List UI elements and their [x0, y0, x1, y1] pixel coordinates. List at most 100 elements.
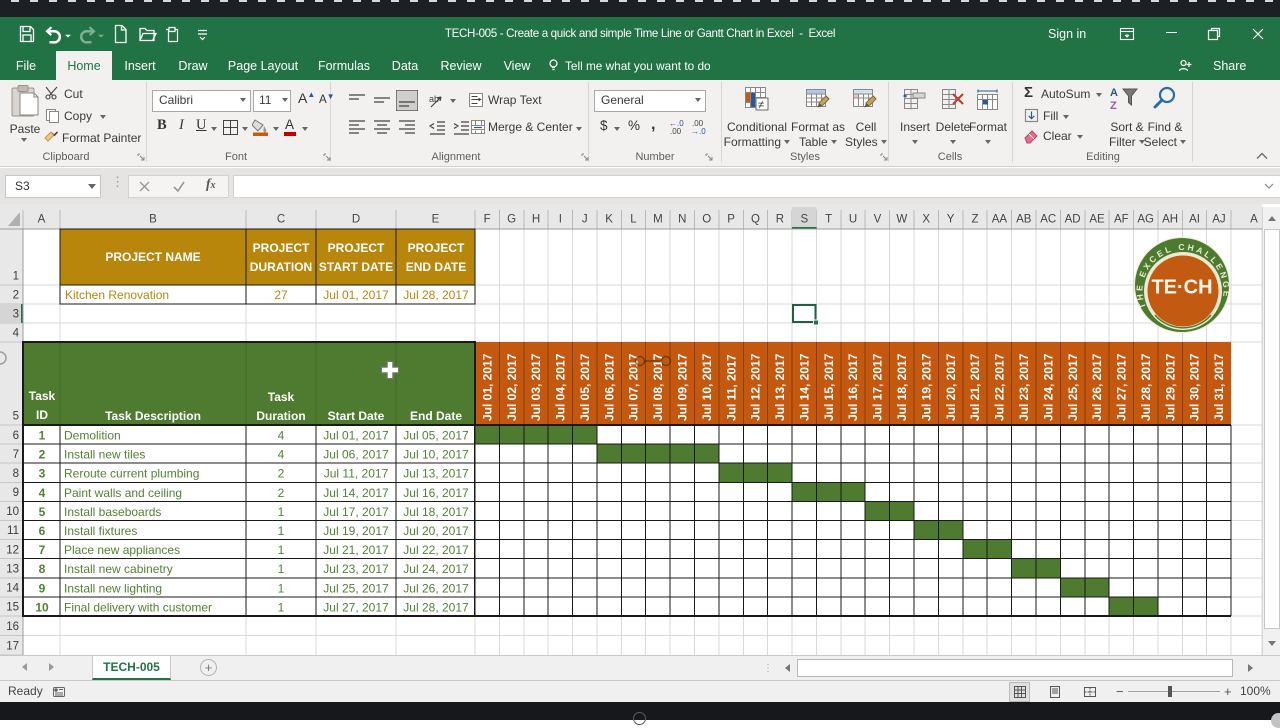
- svg-text:Jul 15, 2017: Jul 15, 2017: [822, 353, 836, 421]
- svg-text:12: 12: [6, 544, 19, 556]
- svg-text:ab: ab: [429, 94, 439, 104]
- svg-text:5: 5: [13, 411, 19, 423]
- svg-text:Jul 28, 2017: Jul 28, 2017: [1139, 353, 1153, 421]
- svg-text:1: 1: [278, 524, 285, 538]
- svg-text:Jul 11, 2017: Jul 11, 2017: [324, 467, 389, 481]
- svg-text:1: 1: [278, 505, 285, 519]
- svg-text:4: 4: [278, 429, 285, 443]
- svg-text:Install new lighting: Install new lighting: [64, 581, 162, 595]
- svg-text:DURATION: DURATION: [250, 260, 312, 274]
- svg-text:Jul 21, 2017: Jul 21, 2017: [968, 353, 982, 421]
- svg-text:Jul 19, 2017: Jul 19, 2017: [323, 524, 389, 538]
- svg-text:8: 8: [13, 468, 19, 480]
- svg-text:S: S: [800, 214, 808, 226]
- svg-text:Task: Task: [29, 389, 56, 403]
- svg-text:Reroute current plumbing: Reroute current plumbing: [64, 467, 199, 481]
- svg-text:Jul 13, 2017: Jul 13, 2017: [403, 467, 469, 481]
- svg-text:6: 6: [39, 524, 46, 538]
- svg-text:Jul 13, 2017: Jul 13, 2017: [773, 353, 787, 421]
- svg-text:ID: ID: [36, 408, 48, 422]
- svg-text:5: 5: [39, 505, 46, 519]
- svg-text:Jul 28, 2017: Jul 28, 2017: [403, 288, 469, 302]
- svg-text:Install fixtures: Install fixtures: [64, 524, 137, 538]
- svg-text:Final delivery with customer: Final delivery with customer: [64, 600, 212, 614]
- svg-text:Jul 01, 2017: Jul 01, 2017: [323, 429, 389, 443]
- svg-text:1: 1: [278, 600, 285, 614]
- svg-text:≠: ≠: [758, 99, 764, 111]
- svg-text:L: L: [630, 214, 637, 226]
- svg-text:J: J: [582, 214, 588, 226]
- svg-text:Jul 16, 2017: Jul 16, 2017: [403, 486, 469, 500]
- svg-text:Jul 04, 2017: Jul 04, 2017: [554, 353, 568, 421]
- svg-text:Z: Z: [971, 214, 978, 226]
- svg-text:1: 1: [13, 271, 19, 283]
- svg-text:6: 6: [13, 430, 19, 442]
- svg-text:2: 2: [39, 448, 46, 462]
- svg-text:P: P: [727, 214, 735, 226]
- svg-text:Jul 06, 2017: Jul 06, 2017: [323, 448, 389, 462]
- svg-text:Jul 14, 2017: Jul 14, 2017: [323, 486, 389, 500]
- svg-text:Paint walls and ceiling: Paint walls and ceiling: [64, 486, 182, 500]
- svg-text:1: 1: [278, 562, 285, 576]
- svg-text:Jul 10, 2017: Jul 10, 2017: [700, 353, 714, 421]
- svg-text:Place new appliances: Place new appliances: [64, 543, 180, 557]
- svg-text:W: W: [896, 214, 907, 226]
- svg-text:9: 9: [13, 487, 19, 499]
- svg-text:7: 7: [13, 449, 19, 461]
- svg-text:M: M: [653, 214, 663, 226]
- svg-text:.00: .00: [670, 127, 682, 136]
- svg-text:TE·CH: TE·CH: [1151, 277, 1212, 299]
- svg-text:R: R: [776, 214, 784, 226]
- svg-text:H: H: [532, 214, 540, 226]
- svg-text:10: 10: [6, 506, 19, 518]
- svg-text:Jul 10, 2017: Jul 10, 2017: [403, 448, 469, 462]
- svg-text:1: 1: [278, 581, 285, 595]
- svg-text:Kitchen Renovation: Kitchen Renovation: [65, 288, 169, 302]
- svg-text:A: A: [1250, 214, 1258, 226]
- svg-text:Jul 06, 2017: Jul 06, 2017: [602, 353, 616, 421]
- svg-text:8: 8: [39, 562, 46, 576]
- svg-text:PROJECT: PROJECT: [328, 241, 385, 255]
- svg-text:Jul 30, 2017: Jul 30, 2017: [1188, 353, 1202, 421]
- svg-text:AB: AB: [1016, 214, 1032, 226]
- svg-text:14: 14: [6, 583, 19, 595]
- svg-text:Jul 20, 2017: Jul 20, 2017: [944, 353, 958, 421]
- svg-text:Install baseboards: Install baseboards: [64, 505, 161, 519]
- svg-text:AD: AD: [1065, 214, 1081, 226]
- svg-text:Jul 24, 2017: Jul 24, 2017: [403, 562, 469, 576]
- svg-text:T: T: [825, 214, 832, 226]
- svg-text:Jul 14, 2017: Jul 14, 2017: [798, 353, 812, 421]
- svg-text:Jul 05, 2017: Jul 05, 2017: [578, 353, 592, 421]
- svg-text:START DATE: START DATE: [319, 260, 393, 274]
- svg-text:B: B: [149, 214, 157, 226]
- svg-text:Jul 27, 2017: Jul 27, 2017: [323, 600, 389, 614]
- svg-text:Jul 05, 2017: Jul 05, 2017: [403, 429, 469, 443]
- svg-text:4: 4: [39, 486, 46, 500]
- svg-text:Jul 18, 2017: Jul 18, 2017: [403, 505, 469, 519]
- svg-text:END DATE: END DATE: [406, 260, 466, 274]
- svg-text:A: A: [38, 214, 46, 226]
- svg-text:Jul 22, 2017: Jul 22, 2017: [403, 543, 469, 557]
- svg-text:Install new tiles: Install new tiles: [64, 448, 145, 462]
- svg-text:Jul 17, 2017: Jul 17, 2017: [323, 505, 389, 519]
- svg-text:Jul 25, 2017: Jul 25, 2017: [1066, 353, 1080, 421]
- svg-text:2: 2: [278, 467, 285, 481]
- svg-text:Start Date: Start Date: [328, 409, 385, 423]
- svg-text:PROJECT: PROJECT: [253, 241, 310, 255]
- svg-text:3: 3: [13, 309, 19, 321]
- svg-text:→.0: →.0: [691, 127, 706, 136]
- svg-text:27: 27: [274, 288, 288, 302]
- svg-text:Jul 27, 2017: Jul 27, 2017: [1115, 353, 1129, 421]
- svg-text:7: 7: [39, 543, 46, 557]
- svg-text:Z: Z: [1110, 100, 1117, 110]
- svg-text:I: I: [559, 214, 562, 226]
- svg-text:Jul 21, 2017: Jul 21, 2017: [323, 543, 389, 557]
- svg-text:X: X: [922, 214, 930, 226]
- svg-text:Jul 03, 2017: Jul 03, 2017: [529, 353, 543, 421]
- svg-text:Jul 01, 2017: Jul 01, 2017: [480, 353, 494, 421]
- svg-text:Jul 19, 2017: Jul 19, 2017: [919, 353, 933, 421]
- svg-text:Jul 01, 2017: Jul 01, 2017: [323, 288, 389, 302]
- svg-text:AC: AC: [1040, 214, 1056, 226]
- svg-text:AE: AE: [1089, 214, 1105, 226]
- svg-text:Task Description: Task Description: [105, 409, 201, 423]
